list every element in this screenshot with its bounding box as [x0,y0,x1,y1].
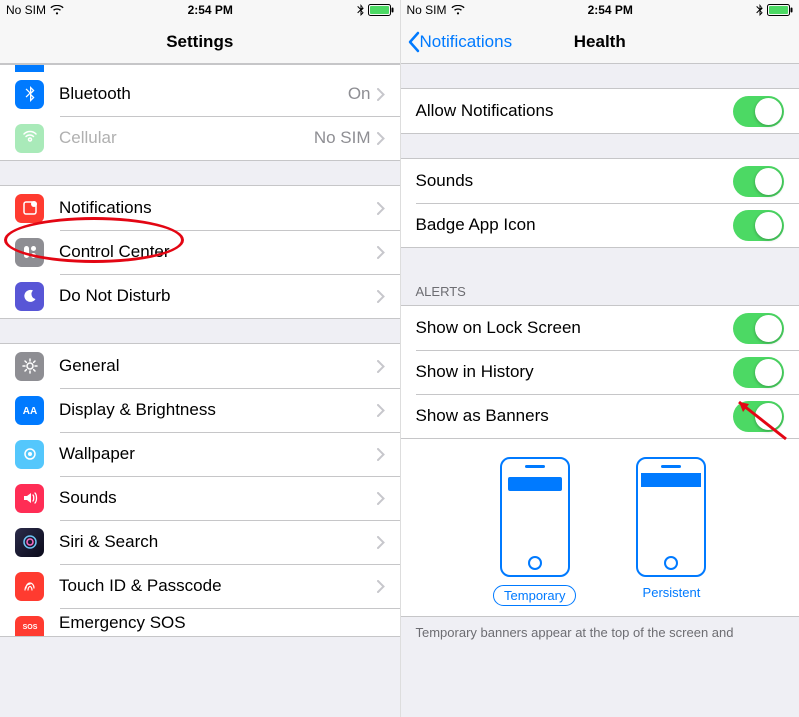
carrier-label: No SIM [6,3,46,17]
back-button[interactable]: Notifications [401,31,513,53]
battery-icon [767,4,793,16]
settings-row-wallpaper[interactable]: Wallpaper [0,432,400,476]
chevron-right-icon [377,536,385,549]
siri-icon [15,528,44,557]
status-bar: No SIM 2:54 PM [401,0,799,20]
settings-row-dnd[interactable]: Do Not Disturb [0,274,400,318]
row-sounds: Sounds [401,159,799,203]
row-banners: Show as Banners [401,394,799,438]
row-detail: No SIM [314,128,371,148]
chevron-right-icon [377,88,385,101]
display-icon: AA [15,396,44,425]
toggle-allow-notifications[interactable] [733,96,784,127]
row-label: Wallpaper [59,444,377,464]
row-label: Sounds [59,488,377,508]
settings-row-siri[interactable]: Siri & Search [0,520,400,564]
row-label: General [59,356,377,376]
row-label: Emergency SOS [59,616,385,630]
settings-row-display[interactable]: AA Display & Brightness [0,388,400,432]
chevron-right-icon [377,580,385,593]
status-bar: No SIM 2:54 PM [0,0,400,20]
chevron-right-icon [377,132,385,145]
row-badge: Badge App Icon [401,203,799,247]
row-history: Show in History [401,350,799,394]
phone-illustration-persistent [636,457,706,577]
carrier-label: No SIM [407,3,447,17]
toggle-badge[interactable] [733,210,784,241]
row-label: Badge App Icon [416,215,734,235]
settings-row-control-center[interactable]: Control Center [0,230,400,274]
option-label: Persistent [643,585,701,600]
row-label: Do Not Disturb [59,286,377,306]
svg-text:AA: AA [22,406,36,417]
row-label: Control Center [59,242,377,262]
banner-option-temporary[interactable]: Temporary [493,457,576,606]
row-label: Show in History [416,362,734,382]
wifi-icon [50,5,64,15]
row-label: Touch ID & Passcode [59,576,377,596]
settings-row-general[interactable]: General [0,344,400,388]
truncated-row-top [0,64,400,72]
settings-row-cellular[interactable]: Cellular No SIM [0,116,400,160]
back-label: Notifications [420,32,513,52]
row-allow-notifications: Allow Notifications [401,89,799,133]
chevron-right-icon [377,202,385,215]
row-label: Allow Notifications [416,101,734,121]
row-label: Siri & Search [59,532,377,552]
chevron-right-icon [377,492,385,505]
sounds-icon [15,484,44,513]
bluetooth-app-icon [15,80,44,109]
chevron-right-icon [377,404,385,417]
settings-row-touchid[interactable]: Touch ID & Passcode [0,564,400,608]
alerts-header: ALERTS [401,278,799,305]
chevron-right-icon [377,290,385,303]
notifications-icon [15,194,44,223]
clock: 2:54 PM [588,3,633,17]
banner-style-row: Temporary Persistent [401,439,799,617]
control-center-icon [15,238,44,267]
row-label: Sounds [416,171,734,191]
wifi-icon [451,5,465,15]
clock: 2:54 PM [188,3,233,17]
phone-illustration-temporary [500,457,570,577]
row-label: Show as Banners [416,406,734,426]
banner-option-persistent[interactable]: Persistent [636,457,706,606]
footer-text: Temporary banners appear at the top of t… [401,617,799,642]
row-lock-screen: Show on Lock Screen [401,306,799,350]
svg-text:SOS: SOS [22,624,37,631]
row-label: Cellular [59,128,314,148]
sos-icon: SOS [15,616,44,636]
toggle-lock-screen[interactable] [733,313,784,344]
chevron-right-icon [377,360,385,373]
bluetooth-icon [357,4,364,16]
toggle-sounds[interactable] [733,166,784,197]
nav-bar: Notifications Health [401,20,799,64]
page-title: Settings [0,32,400,52]
option-label: Temporary [493,585,576,606]
row-label: Bluetooth [59,84,348,104]
health-notifications-panel: No SIM 2:54 PM Notifications Health Allo… [400,0,799,717]
dnd-icon [15,282,44,311]
chevron-right-icon [377,246,385,259]
settings-row-notifications[interactable]: Notifications [0,186,400,230]
row-label: Show on Lock Screen [416,318,734,338]
row-label: Display & Brightness [59,400,377,420]
cellular-icon [15,124,44,153]
battery-icon [368,4,394,16]
settings-row-sos[interactable]: SOS Emergency SOS [0,608,400,636]
settings-panel: No SIM 2:54 PM Settings Bluetooth On [0,0,400,717]
settings-row-bluetooth[interactable]: Bluetooth On [0,72,400,116]
gear-icon [15,352,44,381]
wallpaper-icon [15,440,44,469]
settings-row-sounds[interactable]: Sounds [0,476,400,520]
row-label: Notifications [59,198,377,218]
row-detail: On [348,84,371,104]
chevron-right-icon [377,448,385,461]
fingerprint-icon [15,572,44,601]
bluetooth-icon [756,4,763,16]
toggle-history[interactable] [733,357,784,388]
nav-bar: Settings [0,20,400,64]
